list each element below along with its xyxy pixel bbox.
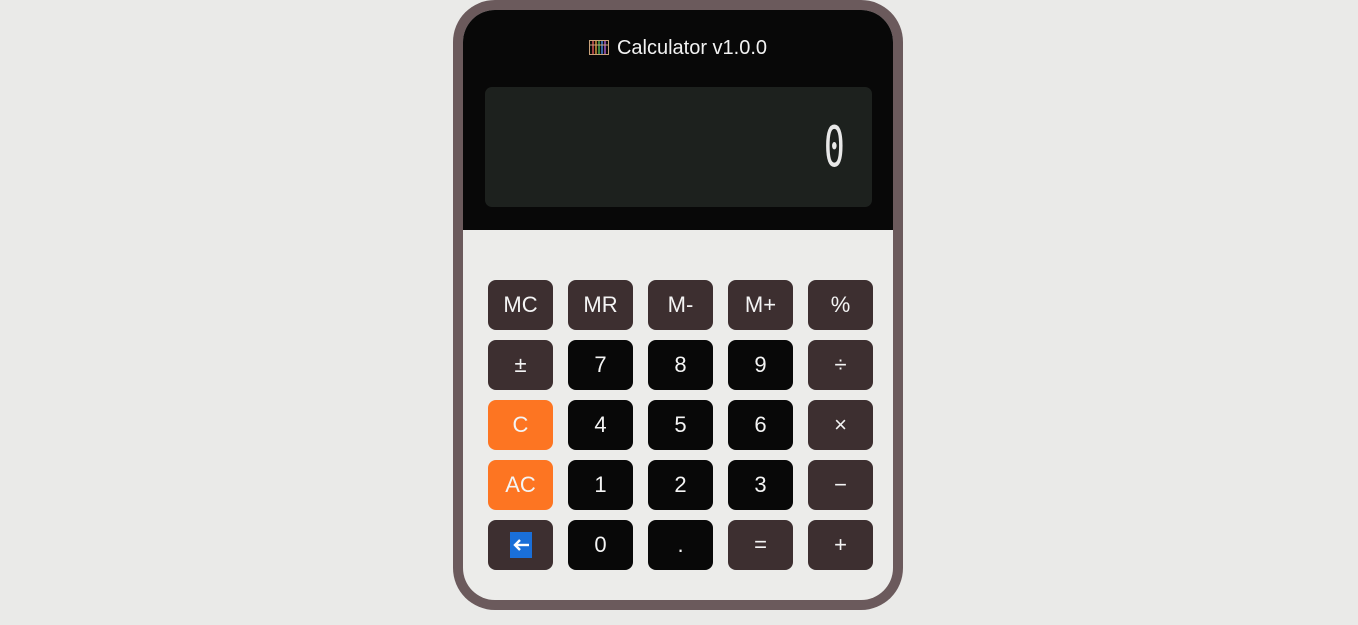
- memory-clear-button[interactable]: MC: [488, 280, 553, 330]
- display-value: 0: [823, 115, 846, 180]
- memory-add-button[interactable]: M+: [728, 280, 793, 330]
- digit-0-button[interactable]: 0: [568, 520, 633, 570]
- digit-3-button[interactable]: 3: [728, 460, 793, 510]
- digit-4-button[interactable]: 4: [568, 400, 633, 450]
- digit-2-button[interactable]: 2: [648, 460, 713, 510]
- memory-subtract-button[interactable]: M-: [648, 280, 713, 330]
- multiply-button[interactable]: ×: [808, 400, 873, 450]
- calculator-body: Calculator v1.0.0 0 MC MR M- M+ % ± 7 8 …: [453, 0, 903, 610]
- backspace-arrow-icon: [509, 532, 532, 558]
- decimal-button[interactable]: .: [648, 520, 713, 570]
- add-button[interactable]: +: [808, 520, 873, 570]
- equals-button[interactable]: =: [728, 520, 793, 570]
- digit-8-button[interactable]: 8: [648, 340, 713, 390]
- keypad: MC MR M- M+ % ± 7 8 9 ÷ C 4 5 6 × AC 1 2…: [488, 280, 873, 570]
- app-title: Calculator v1.0.0: [616, 37, 768, 59]
- digit-5-button[interactable]: 5: [648, 400, 713, 450]
- all-clear-button[interactable]: AC: [488, 460, 553, 510]
- app-title-row: Calculator v1.0.0: [463, 36, 893, 60]
- subtract-button[interactable]: −: [808, 460, 873, 510]
- digit-7-button[interactable]: 7: [568, 340, 633, 390]
- clear-button[interactable]: C: [488, 400, 553, 450]
- abacus-icon: [588, 37, 609, 55]
- backspace-button[interactable]: [488, 520, 553, 570]
- divide-button[interactable]: ÷: [808, 340, 873, 390]
- digit-6-button[interactable]: 6: [728, 400, 793, 450]
- memory-recall-button[interactable]: MR: [568, 280, 633, 330]
- plus-minus-button[interactable]: ±: [488, 340, 553, 390]
- percent-button[interactable]: %: [808, 280, 873, 330]
- digit-9-button[interactable]: 9: [728, 340, 793, 390]
- calculator-header: Calculator v1.0.0 0: [463, 10, 893, 230]
- display-screen: 0: [485, 87, 872, 207]
- calculator-face: Calculator v1.0.0 0 MC MR M- M+ % ± 7 8 …: [463, 10, 893, 600]
- digit-1-button[interactable]: 1: [568, 460, 633, 510]
